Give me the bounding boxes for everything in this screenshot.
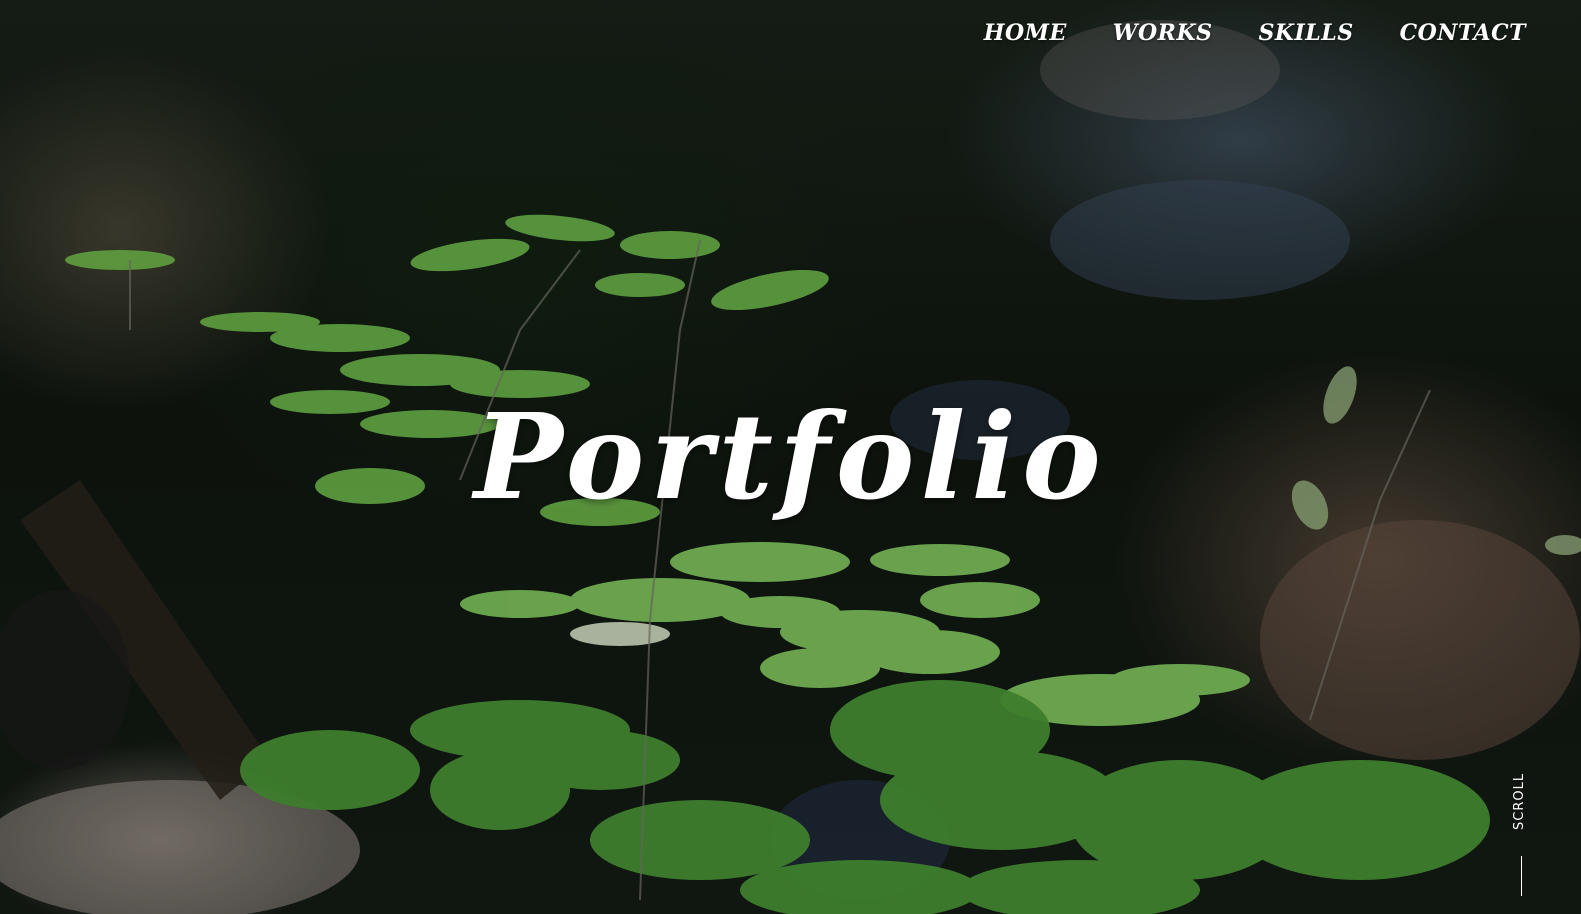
hero-section: HOME WORKS SKILLS CONTACT Portfolio SCRO…: [0, 0, 1581, 914]
hero-title: Portfolio: [474, 387, 1107, 526]
scroll-label: SCROLL: [1512, 772, 1527, 830]
scroll-indicator[interactable]: SCROLL: [1512, 770, 1542, 914]
nav-works-link[interactable]: WORKS: [1113, 20, 1213, 46]
scroll-line-icon: [1521, 856, 1522, 896]
nav-contact-link[interactable]: CONTACT: [1400, 20, 1526, 46]
nav-home-link[interactable]: HOME: [984, 20, 1067, 46]
nav-skills-link[interactable]: SKILLS: [1258, 20, 1353, 46]
main-nav: HOME WORKS SKILLS CONTACT: [938, 20, 1526, 46]
